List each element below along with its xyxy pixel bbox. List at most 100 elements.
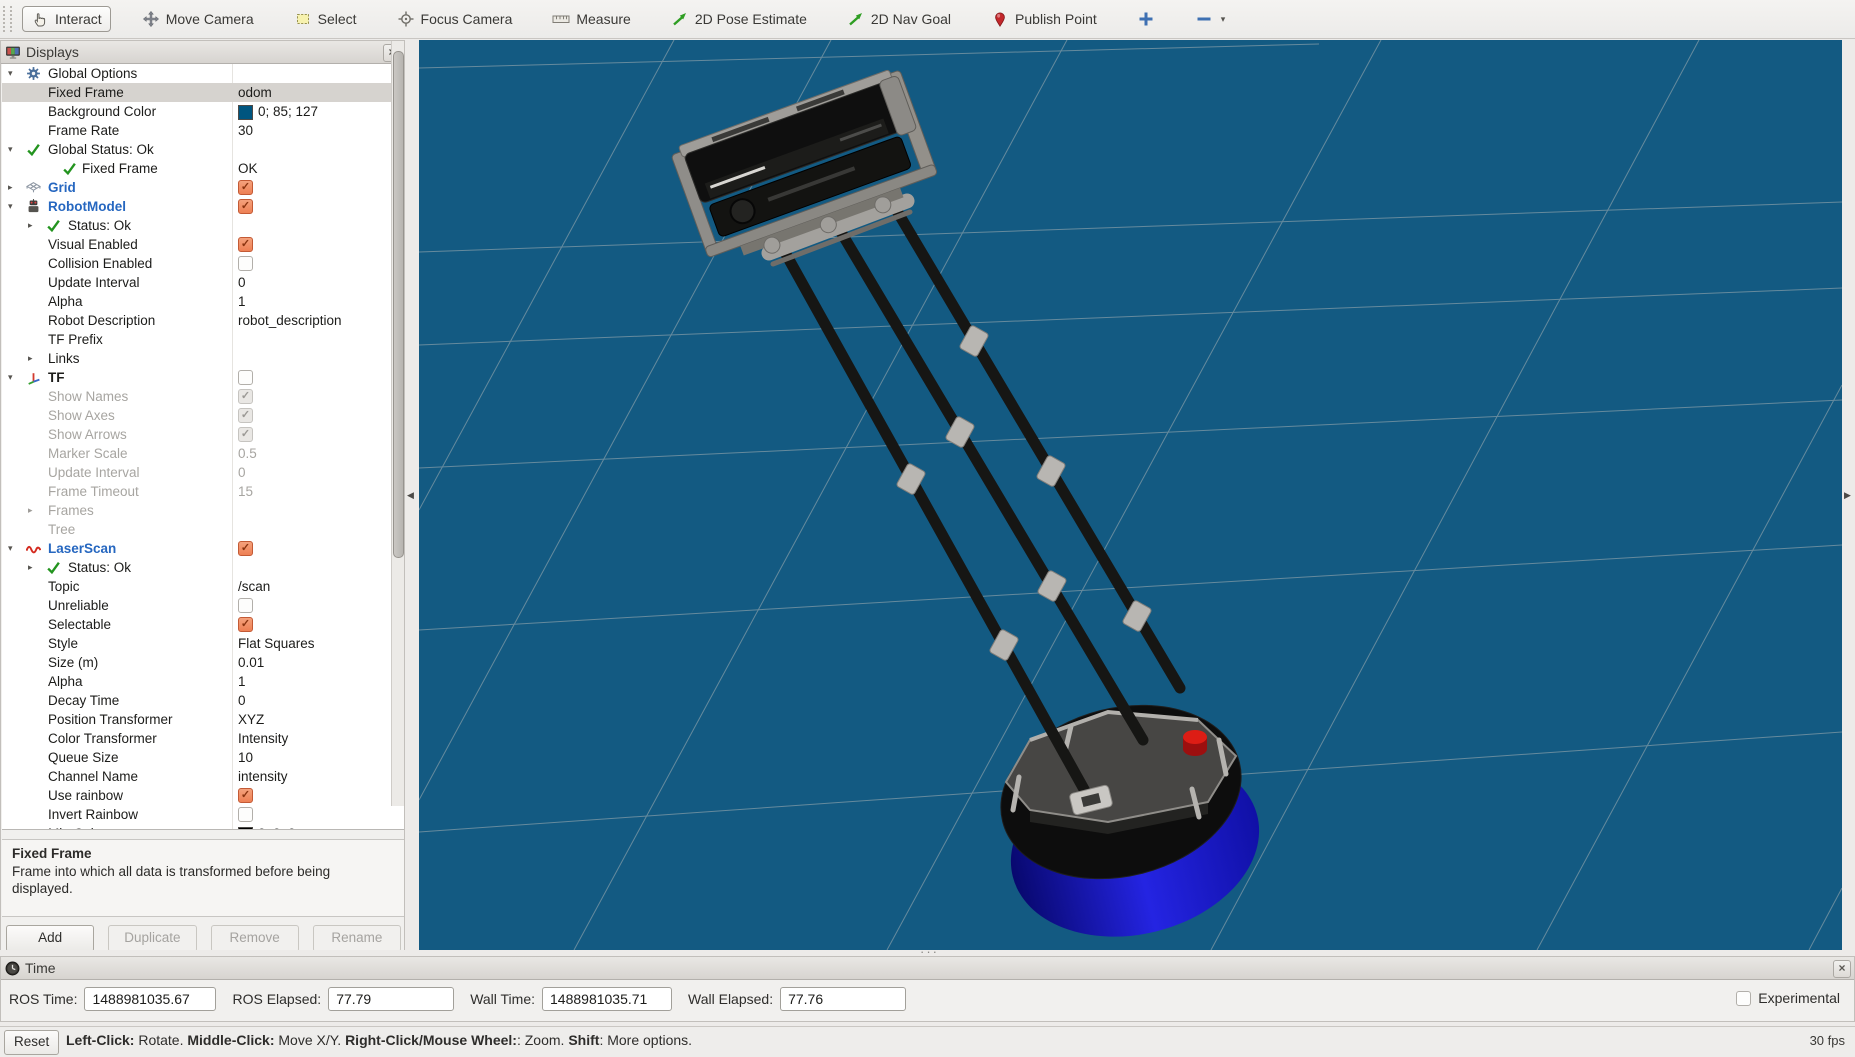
tree-row-frames[interactable]: ▸ Frames (2, 501, 404, 520)
collapse-right-icon[interactable]: ▶ (1844, 490, 1851, 501)
chevron-down-icon[interactable]: ▾ (1221, 14, 1226, 25)
checkbox[interactable] (238, 256, 253, 271)
property-value[interactable]: 15 (238, 482, 253, 501)
tree-row-visual-enabled[interactable]: Visual Enabled ✓ (2, 235, 404, 254)
tree-row-show-arrows[interactable]: Show Arrows ✓ (2, 425, 404, 444)
tree-row-laserscan[interactable]: ▾ LaserScan ✓ (2, 539, 404, 558)
tree-row-style[interactable]: Style Flat Squares (2, 634, 404, 653)
tree-row-position-transformer[interactable]: Position Transformer XYZ (2, 710, 404, 729)
chevron-right-icon[interactable]: ▸ (8, 178, 13, 197)
tree-row-alpha[interactable]: Alpha 1 (2, 672, 404, 691)
property-value[interactable]: 0 (238, 691, 246, 710)
tree-row-show-axes[interactable]: Show Axes ✓ (2, 406, 404, 425)
tree-row-background-color[interactable]: Background Color 0; 85; 127 (2, 102, 404, 121)
tree-row-status-ok[interactable]: ▸ Status: Ok (2, 558, 404, 577)
checkbox[interactable]: ✓ (238, 617, 253, 632)
collapse-left-icon[interactable]: ◀ (407, 490, 414, 501)
checkbox[interactable]: ✓ (238, 427, 253, 442)
property-value[interactable]: odom (238, 83, 272, 102)
tree-row-global-status-ok[interactable]: ▾ Global Status: Ok (2, 140, 404, 159)
chevron-right-icon[interactable]: ▸ (28, 216, 33, 235)
tool-add-tool-icon[interactable] (1128, 6, 1164, 32)
scrollbar-thumb[interactable] (393, 51, 404, 558)
wall-time-input[interactable] (542, 987, 673, 1011)
ros-time-input[interactable] (84, 987, 217, 1011)
tree-row-fixed-frame[interactable]: Fixed Frame odom (2, 83, 404, 102)
scrollbar[interactable] (391, 41, 404, 806)
checkbox[interactable]: ✓ (238, 389, 253, 404)
tree-row-use-rainbow[interactable]: Use rainbow ✓ (2, 786, 404, 805)
duplicate-button[interactable]: Duplicate (108, 925, 197, 952)
property-value[interactable]: 1 (238, 672, 246, 691)
checkbox[interactable]: ✓ (238, 180, 253, 195)
tree-row-marker-scale[interactable]: Marker Scale 0.5 (2, 444, 404, 463)
tool-select[interactable]: Select (285, 6, 366, 32)
displays-panel-header[interactable]: Displays × (1, 41, 404, 64)
chevron-right-icon[interactable]: ▸ (28, 501, 33, 520)
property-value[interactable]: robot_description (238, 311, 342, 330)
checkbox[interactable]: ✓ (238, 408, 253, 423)
tree-row-topic[interactable]: Topic/scan (2, 577, 404, 596)
tree-row-frame-rate[interactable]: Frame Rate 30 (2, 121, 404, 140)
property-value[interactable]: Intensity (238, 729, 288, 748)
tree-row-size-m[interactable]: Size (m) 0.01 (2, 653, 404, 672)
panel-splitter[interactable]: ◀ (405, 40, 419, 950)
tree-row-global-options[interactable]: ▾ Global Options (2, 64, 404, 83)
chevron-down-icon[interactable]: ▾ (8, 140, 13, 159)
tree-row-tf[interactable]: ▾ TF (2, 368, 404, 387)
tree-row-unreliable[interactable]: Unreliable (2, 596, 404, 615)
tree-row-tree[interactable]: Tree (2, 520, 404, 539)
tool-publish-point[interactable]: Publish Point (982, 6, 1106, 32)
checkbox[interactable] (238, 807, 253, 822)
ros-elapsed-input[interactable] (328, 987, 455, 1011)
chevron-down-icon[interactable]: ▾ (8, 197, 13, 216)
experimental-toggle[interactable]: Experimental (1736, 990, 1840, 1006)
chevron-right-icon[interactable]: ▸ (28, 558, 33, 577)
3d-viewport[interactable] (419, 40, 1842, 950)
tree-row-invert-rainbow[interactable]: Invert Rainbow (2, 805, 404, 824)
tree-row-links[interactable]: ▸ Links (2, 349, 404, 368)
checkbox[interactable] (238, 370, 253, 385)
chevron-right-icon[interactable]: ▸ (28, 349, 33, 368)
property-value[interactable]: /scan (238, 577, 270, 596)
tree-row-status-ok[interactable]: ▸ Status: Ok (2, 216, 404, 235)
tree-row-grid[interactable]: ▸ Grid ✓ (2, 178, 404, 197)
property-value[interactable]: intensity (238, 767, 288, 786)
property-value[interactable]: 10 (238, 748, 253, 767)
tree-row-robot-description[interactable]: Robot Description robot_description (2, 311, 404, 330)
property-value[interactable]: OK (238, 159, 258, 178)
time-panel-header[interactable]: Time × (1, 957, 1854, 980)
remove-button[interactable]: Remove (210, 925, 299, 952)
add-button[interactable]: Add (6, 925, 95, 952)
tree-row-frame-timeout[interactable]: Frame Timeout 15 (2, 482, 404, 501)
tool-move-camera[interactable]: Move Camera (133, 6, 263, 32)
tool-remove-tool-icon[interactable]: ▾ (1186, 6, 1235, 32)
experimental-checkbox[interactable] (1736, 990, 1752, 1006)
wall-elapsed-input[interactable] (780, 987, 907, 1011)
chevron-down-icon[interactable]: ▾ (8, 539, 13, 558)
toolbar-drag-handle[interactable] (3, 6, 12, 32)
tree-row-decay-time[interactable]: Decay Time 0 (2, 691, 404, 710)
checkbox[interactable]: ✓ (238, 237, 253, 252)
dock-strip-right[interactable]: ▶ (1842, 40, 1855, 950)
tree-row-robotmodel[interactable]: ▾ RobotModel ✓ (2, 197, 404, 216)
tree-row-tf-prefix[interactable]: TF Prefix (2, 330, 404, 349)
property-value[interactable]: 1 (238, 292, 246, 311)
reset-button[interactable]: Reset (4, 1030, 60, 1055)
rename-button[interactable]: Rename (312, 925, 401, 952)
property-value[interactable]: 0.01 (238, 653, 264, 672)
property-value[interactable]: 30 (238, 121, 253, 140)
tree-row-update-interval[interactable]: Update Interval 0 (2, 463, 404, 482)
checkbox[interactable]: ✓ (238, 199, 253, 214)
checkbox[interactable]: ✓ (238, 788, 253, 803)
property-value[interactable]: Flat Squares (238, 634, 315, 653)
tool-focus-camera[interactable]: Focus Camera (388, 6, 522, 32)
property-value[interactable]: 0; 85; 127 (258, 102, 318, 121)
checkbox[interactable] (238, 598, 253, 613)
tree-row-min-color[interactable]: Min Color 0; 0; 0 (2, 824, 404, 829)
tree-row-channel-name[interactable]: Channel Name intensity (2, 767, 404, 786)
tree-row-queue-size[interactable]: Queue Size 10 (2, 748, 404, 767)
tree-row-selectable[interactable]: Selectable ✓ (2, 615, 404, 634)
chevron-down-icon[interactable]: ▾ (8, 64, 13, 83)
tree-row-show-names[interactable]: Show Names ✓ (2, 387, 404, 406)
